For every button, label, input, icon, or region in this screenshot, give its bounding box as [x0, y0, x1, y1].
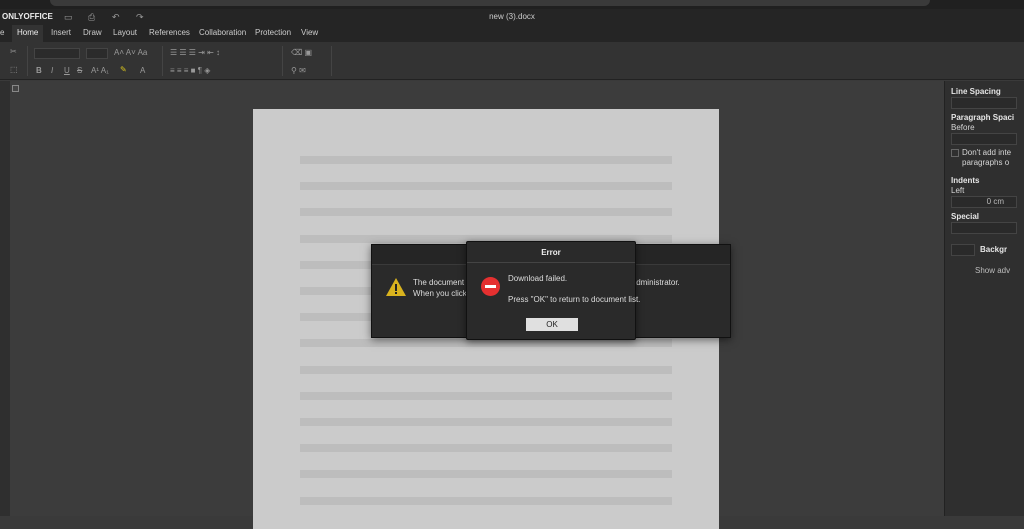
browser-bar: [0, 0, 1024, 9]
text-line-placeholder: [300, 391, 672, 400]
font-size-select[interactable]: [86, 48, 108, 59]
text-line-placeholder: [300, 418, 672, 426]
paragraph-settings-panel: Line Spacing Paragraph Spaci Before Don'…: [944, 81, 1024, 516]
text-line-placeholder: [300, 339, 672, 348]
indents-label: Indents: [951, 176, 980, 185]
special-label: Special: [951, 212, 980, 221]
dont-add-label-2: paragraphs o: [962, 158, 1010, 167]
text-line-placeholder: [300, 496, 672, 505]
left-indent-label: Left: [951, 186, 965, 195]
before-input[interactable]: [951, 133, 1017, 145]
before-label: Before: [951, 123, 975, 132]
special-select[interactable]: [951, 222, 1017, 234]
ok-button[interactable]: OK: [526, 318, 578, 331]
text-line-placeholder: [300, 470, 672, 479]
error-instruction: Press "OK" to return to document list.: [508, 295, 641, 304]
paragraph-spacing-label: Paragraph Spaci: [951, 113, 1015, 122]
tab-collaboration[interactable]: Collaboration: [199, 28, 246, 37]
show-advanced-link[interactable]: Show adv: [975, 266, 1010, 275]
font-name-select[interactable]: [34, 48, 80, 59]
cut-icon[interactable]: ✂: [10, 47, 17, 56]
align-icon[interactable]: ≡ ≡ ≡ ■ ¶ ◈: [170, 66, 210, 75]
highlight-icon[interactable]: ✎: [120, 65, 127, 74]
strikethrough-icon[interactable]: S: [77, 66, 82, 75]
text-line-placeholder: [300, 208, 672, 217]
font-color-icon[interactable]: A: [140, 66, 145, 75]
text-line-placeholder: [300, 365, 672, 374]
tab-protection[interactable]: Protection: [255, 28, 291, 37]
bullets-icon[interactable]: ☰ ☰ ☰ ⇥ ⇤ ↕: [170, 48, 220, 57]
line-spacing-label: Line Spacing: [951, 87, 1001, 96]
address-bar[interactable]: [50, 0, 930, 6]
left-sidebar: [0, 81, 10, 516]
error-message: Download failed.: [508, 274, 568, 283]
eraser-icon[interactable]: ⌫ ▣: [291, 48, 312, 57]
superscript-icon[interactable]: A¹ A₁: [91, 66, 109, 75]
background-label: Backgr: [980, 245, 1008, 254]
text-line-placeholder: [300, 182, 672, 191]
tab-view[interactable]: View: [301, 28, 318, 37]
error-stop-icon: [481, 277, 500, 296]
title-bar: ONLYOFFICE ▭ ⎙ ↶ ↷ new (3).docx: [0, 9, 1024, 25]
text-line-placeholder: [300, 444, 672, 453]
increase-font-icon[interactable]: A˄ A˅ Aa: [114, 48, 147, 57]
italic-icon[interactable]: I: [51, 66, 53, 75]
line-spacing-select[interactable]: [951, 97, 1017, 109]
select-all-icon[interactable]: ⬚: [10, 65, 18, 74]
toolbar: ✂ ⬚ A˄ A˅ Aa B I U S A¹ A₁ ✎ A ☰ ☰ ☰ ⇥ ⇤…: [0, 42, 1024, 80]
background-color-picker[interactable]: [951, 244, 975, 256]
text-line-placeholder: [300, 156, 672, 164]
tab-references[interactable]: References: [149, 28, 190, 37]
document-title: new (3).docx: [489, 12, 535, 21]
tab-home[interactable]: Home: [12, 25, 44, 42]
warning-icon: [386, 278, 406, 296]
ruler-tab-icon[interactable]: [12, 85, 19, 92]
copy-style-icon[interactable]: ⚲ ✉: [291, 66, 306, 75]
tab-draw[interactable]: Draw: [83, 28, 102, 37]
ribbon-tabs: e Home Insert Draw Layout References Col…: [0, 25, 1024, 42]
error-dialog-title: Error: [467, 242, 635, 263]
tab-file[interactable]: e: [0, 28, 4, 37]
left-indent-input[interactable]: 0 cm: [951, 196, 1017, 208]
tab-layout[interactable]: Layout: [113, 28, 137, 37]
underline-icon[interactable]: U: [64, 66, 70, 75]
error-dialog: Error Download failed. Press "OK" to ret…: [466, 241, 640, 340]
dont-add-interval-checkbox[interactable]: [951, 149, 959, 157]
bold-icon[interactable]: B: [36, 66, 42, 75]
dont-add-label-1: Don't add inte: [962, 148, 1012, 157]
tab-insert[interactable]: Insert: [51, 28, 71, 37]
